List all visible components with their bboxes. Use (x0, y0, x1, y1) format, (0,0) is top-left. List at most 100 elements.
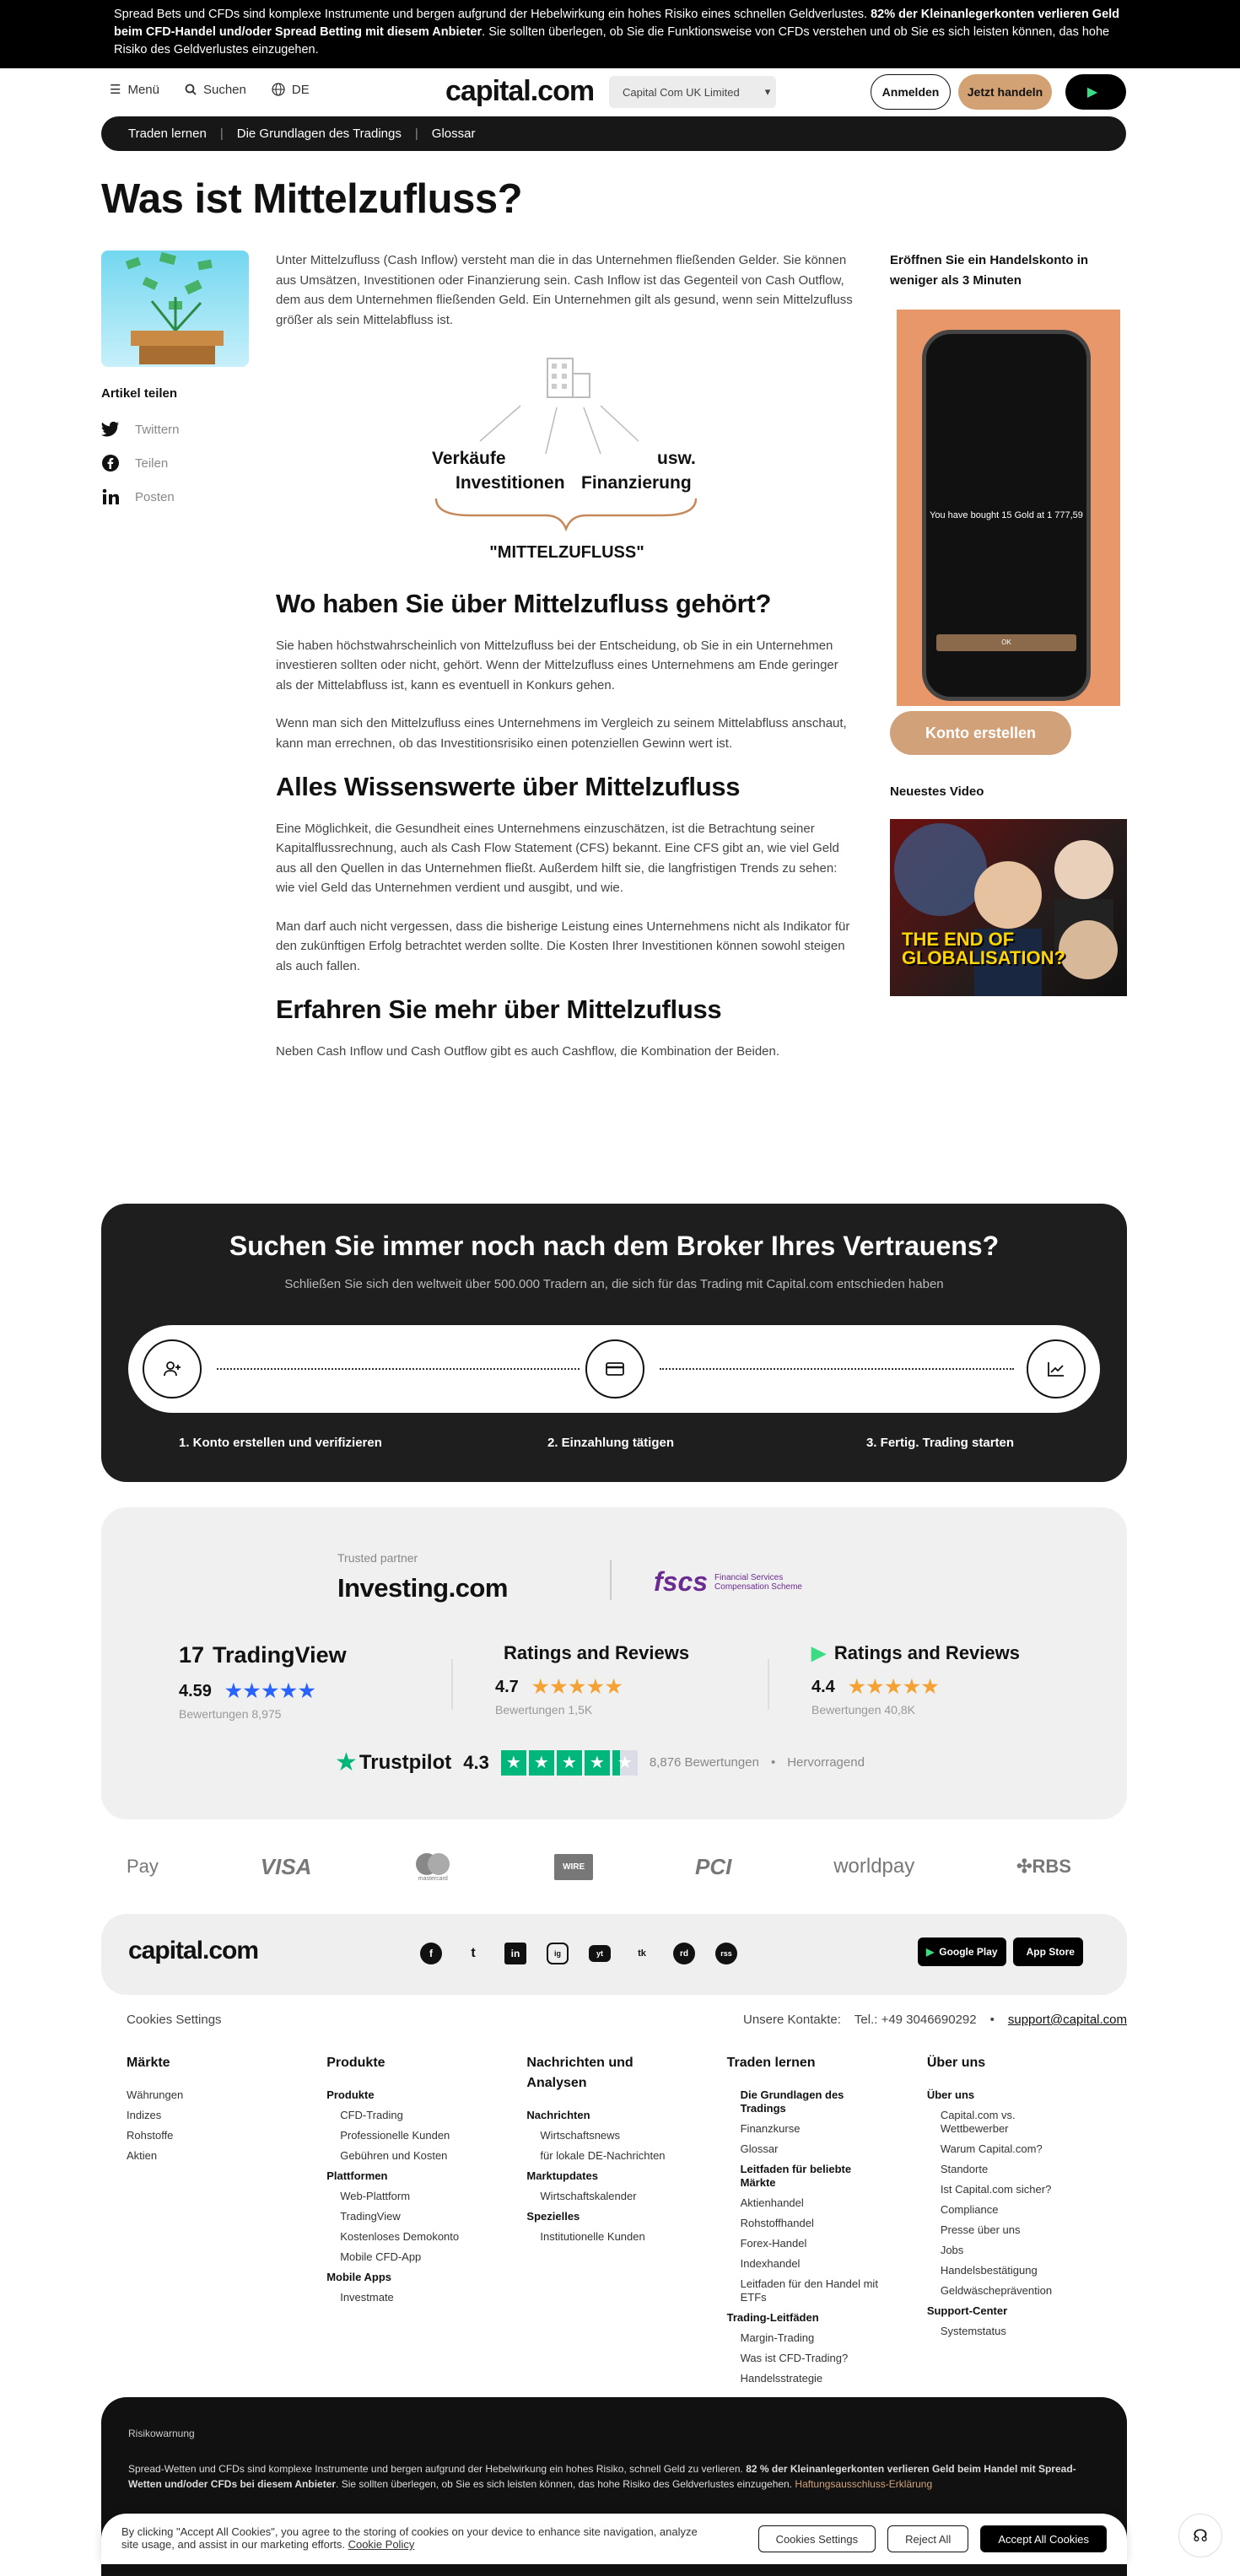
language-selector[interactable]: DE (272, 83, 310, 97)
phone-link[interactable]: Tel.: +49 3046690292 (855, 2013, 977, 2027)
app-download-button[interactable]: ▶ (1065, 74, 1126, 110)
footer-logo[interactable]: capital.com (128, 1937, 259, 1965)
footer-group-link[interactable]: Leitfaden für beliebte Märkte (727, 2159, 879, 2193)
twitter-icon[interactable]: t (462, 1943, 484, 1964)
share-linkedin[interactable]: Posten (101, 480, 180, 514)
login-button[interactable]: Anmelden (871, 74, 951, 110)
footer-link[interactable]: Web-Plattform (326, 2186, 526, 2207)
email-link[interactable]: support@capital.com (1008, 2013, 1127, 2027)
share-facebook[interactable]: Teilen (101, 446, 180, 480)
breadcrumb-item[interactable]: Glossar (432, 127, 476, 141)
footer-link[interactable]: Standorte (927, 2159, 1127, 2180)
footer-group-link[interactable]: Nachrichten (526, 2105, 726, 2126)
logo[interactable]: capital.com (445, 75, 595, 108)
footer-link[interactable]: Margin-Trading (727, 2328, 927, 2348)
footer-link[interactable]: Investmate (326, 2288, 526, 2308)
footer-group-link[interactable]: Plattformen (326, 2166, 526, 2186)
search-button[interactable]: Suchen (185, 83, 246, 97)
footer-group-link[interactable]: Produkte (326, 2085, 526, 2105)
linkedin-icon[interactable]: in (504, 1943, 526, 1964)
footer-link[interactable]: Kostenloses Demokonto (326, 2227, 526, 2247)
footer-link[interactable]: Professionelle Kunden (326, 2126, 526, 2146)
rating-app-store[interactable]: Ratings and Reviews 4.7 ★★★★★ Bewertunge… (495, 1642, 689, 1716)
google-play-badge[interactable]: ▶ Google Play (918, 1937, 1006, 1966)
footer-link[interactable]: Systemstatus (927, 2321, 1127, 2342)
cookie-settings-button[interactable]: Cookies Settings (757, 2525, 876, 2552)
footer-link[interactable]: Capital.com vs. Wettbewerber (927, 2105, 1079, 2139)
share-twitter[interactable]: Twittern (101, 412, 180, 446)
app-store-badge[interactable]: App Store (1012, 1937, 1083, 1966)
help-button[interactable]: ☊ (1178, 2514, 1222, 2557)
footer-link[interactable]: Indizes (127, 2105, 326, 2126)
cookie-policy-link[interactable]: Cookie Policy (348, 2538, 415, 2551)
footer-link[interactable]: Aktien (127, 2146, 326, 2166)
share-facebook-label: Teilen (135, 455, 169, 471)
footer-link[interactable]: TradingView (326, 2207, 526, 2227)
youtube-icon[interactable]: yt (589, 1945, 611, 1962)
rating-google-play[interactable]: ▶ Ratings and Reviews 4.4 ★★★★★ Bewertun… (811, 1642, 1020, 1716)
tiktok-icon[interactable]: tk (631, 1943, 653, 1964)
facebook-icon[interactable]: f (420, 1943, 442, 1964)
footer-link[interactable]: Geldwäscheprävention (927, 2281, 1127, 2301)
footer-group-link[interactable]: Support-Center (927, 2301, 1127, 2321)
search-label: Suchen (202, 82, 246, 97)
footer-link[interactable]: Presse über uns (927, 2220, 1127, 2240)
footer-link[interactable]: Indexhandel (727, 2254, 927, 2274)
footer-link[interactable]: Glossar (727, 2139, 927, 2159)
footer-link[interactable]: Forex-Handel (727, 2234, 927, 2254)
footer-link[interactable]: Was ist CFD-Trading? (727, 2348, 927, 2369)
footer-link[interactable]: Rohstoffe (127, 2126, 326, 2146)
hero-image (101, 251, 249, 367)
footer-link[interactable]: Aktienhandel (727, 2193, 927, 2213)
create-account-button[interactable]: Konto erstellen (890, 711, 1071, 755)
reject-all-button[interactable]: Reject All (887, 2525, 969, 2552)
footer-group-link[interactable]: Trading-Leitfäden (727, 2308, 927, 2328)
card-icon[interactable] (585, 1339, 644, 1398)
trade-now-button[interactable]: Jetzt handeln (958, 74, 1052, 110)
footer-link[interactable]: CFD-Trading (326, 2105, 526, 2126)
rss-icon[interactable]: rss (715, 1943, 737, 1964)
accept-all-button[interactable]: Accept All Cookies (980, 2525, 1107, 2552)
footer-group-link[interactable]: Über uns (927, 2085, 1127, 2105)
footer-group-link[interactable]: Marktupdates (526, 2166, 726, 2186)
footer-link[interactable]: Handelsstrategie (727, 2369, 927, 2389)
footer-link[interactable]: Handelsbestätigung (927, 2261, 1127, 2281)
add-user-icon[interactable] (143, 1339, 202, 1398)
risk-banner: Spread Bets und CFDs sind komplexe Instr… (0, 0, 1240, 68)
footer-column: Nachrichten und Analysen Nachrichten Wirts… (526, 2053, 726, 2389)
trustpilot-rating[interactable]: ★ Trustpilot 4.3 ★ ★ ★ ★ ★ 8,876 Bewertungen… (335, 1748, 865, 1777)
footer-link[interactable]: Wirtschaftsnews (526, 2126, 726, 2146)
divider (451, 1659, 453, 1710)
instagram-icon[interactable]: ig (547, 1943, 569, 1964)
footer-link[interactable]: Währungen (127, 2085, 326, 2105)
footer-link[interactable]: Warum Capital.com? (927, 2139, 1127, 2159)
reddit-icon[interactable]: rd (673, 1943, 695, 1964)
breadcrumb-item[interactable]: Traden lernen (128, 127, 207, 141)
footer-link[interactable]: Compliance (927, 2200, 1127, 2220)
footer-link[interactable]: Rohstoffhandel (727, 2213, 927, 2234)
share-panel: Artikel teilen Twittern Teilen Posten (101, 386, 180, 514)
rating-score: 4.59 (179, 1681, 212, 1700)
footer-link[interactable]: Jobs (927, 2240, 1127, 2261)
entity-selector[interactable]: Capital Com UK Limited ▾ (609, 76, 776, 108)
sidebar: Eröffnen Sie ein Handelskonto in weniger… (890, 251, 1127, 996)
footer-group-link[interactable]: Die Grundlagen des Tradings (727, 2085, 879, 2119)
footer-link[interactable]: Institutionelle Kunden (526, 2227, 726, 2247)
rating-tradingview[interactable]: 17 TradingView 4.59 ★★★★★ Bewertungen 8,… (179, 1642, 347, 1721)
breadcrumb-item[interactable]: Die Grundlagen des Tradings (237, 127, 402, 141)
cookies-settings-link[interactable]: Cookies Settings (127, 2013, 222, 2027)
menu-button[interactable]: ☰ Menü (110, 82, 159, 98)
footer-link[interactable]: Wirtschaftskalender (526, 2186, 726, 2207)
footer-link[interactable]: Mobile CFD-App (326, 2247, 526, 2267)
video-thumbnail[interactable]: THE END OF GLOBALISATION? (890, 819, 1127, 996)
disclaimer-link[interactable]: Haftungsausschluss-Erklärung (795, 2478, 932, 2490)
footer-link[interactable]: Finanzkurse (727, 2119, 927, 2139)
footer-group-link[interactable]: Mobile Apps (326, 2267, 526, 2288)
footer-link[interactable]: Gebühren und Kosten (326, 2146, 526, 2166)
chart-icon[interactable] (1027, 1339, 1086, 1398)
footer-link[interactable]: Leitfaden für den Handel mit ETFs (727, 2274, 879, 2308)
footer-link[interactable]: Ist Capital.com sicher? (927, 2180, 1127, 2200)
footer-link[interactable]: für lokale DE-Nachrichten (526, 2146, 726, 2166)
footer-group-link[interactable]: Spezielles (526, 2207, 726, 2227)
menu-label: Menü (127, 82, 159, 97)
